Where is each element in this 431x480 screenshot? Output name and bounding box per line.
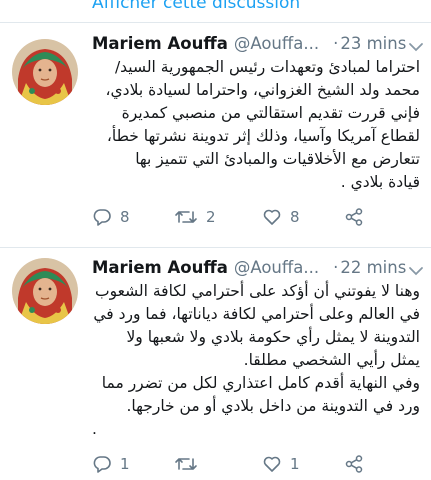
reply-icon <box>93 456 111 473</box>
like-count: 8 <box>290 208 300 226</box>
avatar[interactable] <box>12 258 78 324</box>
tweet-text: وهنا لا يفوتني أن أؤكد على أحترامي لكافة… <box>90 280 420 441</box>
tweet-line: محمد ولد الشيخ الغزواني، واحتراما لسيادة… <box>105 81 420 99</box>
tweet-line: وفي النهاية أقدم كامل اعتذاري لكل من تضر… <box>101 374 420 392</box>
tweet-header: Mariem Aouffa @Aouffa... · 23 mins <box>92 34 424 53</box>
like-icon <box>263 456 281 472</box>
chevron-down-icon[interactable] <box>408 262 424 281</box>
tweet-text: احتراما لمبادئ وتعهدات رئيس الجمهورية ال… <box>90 56 420 194</box>
tweet[interactable]: Mariem Aouffa @Aouffa... · 22 mins وهنا … <box>0 248 431 480</box>
author-name[interactable]: Mariem Aouffa <box>92 258 228 277</box>
like-button[interactable]: 8 <box>262 207 300 227</box>
author-handle[interactable]: @Aouffa... <box>234 34 319 53</box>
tweet-actions: 1 1 <box>90 454 430 478</box>
tweet-line: ورد في التدوينة من داخل بلادي أو من خارج… <box>126 397 420 415</box>
reply-button[interactable]: 1 <box>92 454 130 474</box>
share-button[interactable] <box>344 207 364 227</box>
retweet-count: 2 <box>206 208 216 226</box>
reply-count: 1 <box>120 455 130 473</box>
tweet[interactable]: Mariem Aouffa @Aouffa... · 23 mins احترا… <box>0 23 431 247</box>
retweet-icon <box>175 458 197 470</box>
separator: · <box>333 258 339 277</box>
tweet-line: وهنا لا يفوتني أن أؤكد على أحترامي لكافة… <box>95 282 420 300</box>
tweet-line: احتراما لمبادئ وتعهدات رئيس الجمهورية ال… <box>114 58 420 76</box>
reply-button[interactable]: 8 <box>92 207 130 227</box>
retweet-button[interactable]: 2 <box>174 207 216 227</box>
tweet-line: تتعارض مع الأخلاقيات والمبادئ التي تتميز… <box>135 150 420 168</box>
avatar[interactable] <box>12 39 78 105</box>
retweet-button[interactable] <box>174 454 206 474</box>
tweet-actions: 8 2 8 <box>90 207 430 231</box>
show-thread-link[interactable]: Afficher cette discussion <box>92 0 300 13</box>
reply-count: 8 <box>120 208 130 226</box>
like-button[interactable]: 1 <box>262 454 300 474</box>
tweet-line: التدوينة لا يمثل رأي حكومة بلادي ولا شعب… <box>126 328 420 346</box>
tweet-time[interactable]: 23 mins <box>340 34 406 53</box>
tweet-line: . <box>92 420 97 438</box>
author-name[interactable]: Mariem Aouffa <box>92 34 228 53</box>
share-icon <box>345 208 363 226</box>
share-button[interactable] <box>344 454 364 474</box>
chevron-down-icon[interactable] <box>408 38 424 57</box>
separator: · <box>333 34 339 53</box>
tweet-time[interactable]: 22 mins <box>340 258 406 277</box>
tweet-line: لقطاع آمريكا وآسيا، وذلك إثر تدوينة نشرت… <box>106 127 420 145</box>
reply-icon <box>93 209 111 226</box>
tweet-header: Mariem Aouffa @Aouffa... · 22 mins <box>92 258 424 277</box>
share-icon <box>345 455 363 473</box>
tweet-line: قيادة بلادي . <box>340 173 420 191</box>
retweet-icon <box>175 211 197 223</box>
tweet-line: يمثل رأيي الشخصي مطلقا. <box>243 351 420 369</box>
tweet-line: فإني قررت تقديم استقالتي من منصبي كمديرة <box>121 104 420 122</box>
tweet-line: في العالم وعلى أحترامي لكافة دياناتها، ف… <box>93 305 420 323</box>
author-handle[interactable]: @Aouffa... <box>234 258 319 277</box>
like-count: 1 <box>290 455 300 473</box>
like-icon <box>263 209 281 225</box>
